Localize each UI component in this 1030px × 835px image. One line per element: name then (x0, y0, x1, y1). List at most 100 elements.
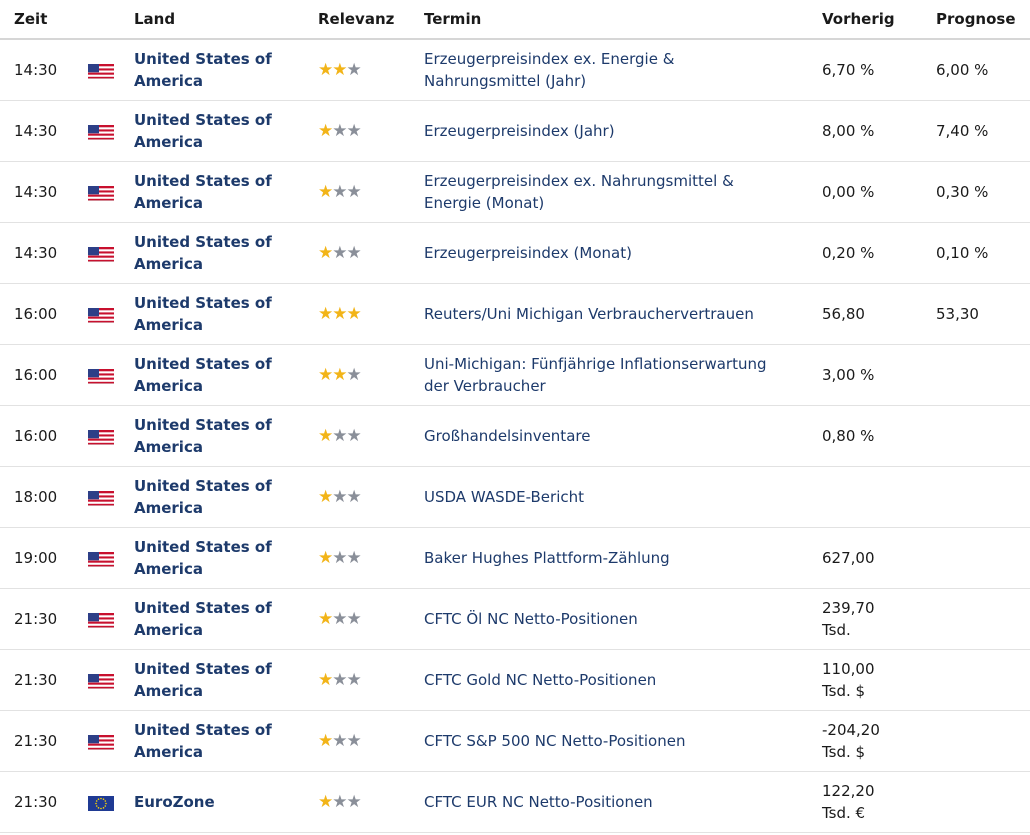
row-termin-link[interactable]: Erzeugerpreisindex ex. Energie & Nahrung… (424, 39, 822, 101)
row-termin-text[interactable]: USDA WASDE-Bericht (424, 486, 784, 508)
star-empty-icon: ★ (332, 426, 347, 446)
star-empty-icon: ★ (332, 121, 347, 141)
row-termin-link[interactable]: CFTC EUR NC Netto-Positionen (424, 771, 822, 833)
row-land-link[interactable]: United States of America (134, 39, 318, 101)
table-row[interactable]: 18:00 United States of America ★★★ USDA WAS… (0, 466, 1030, 528)
row-vorherig: 0,20 % (822, 222, 936, 284)
row-land-link[interactable]: United States of America (134, 710, 318, 772)
row-prognose (936, 405, 1030, 467)
row-flag (88, 405, 134, 467)
row-prognose: 0,30 % (936, 161, 1030, 223)
table-row[interactable]: 19:00 United States of America ★★★ Baker Hu… (0, 527, 1030, 589)
star-empty-icon: ★ (346, 548, 362, 568)
us-flag-icon (88, 307, 114, 323)
row-termin-text[interactable]: CFTC Gold NC Netto-Positionen (424, 669, 784, 691)
us-flag-icon (88, 368, 114, 384)
row-relevanz: ★★★ (318, 283, 424, 345)
table-row[interactable]: 16:00 United States of America ★★★ Großhand… (0, 405, 1030, 467)
row-land-link[interactable]: United States of America (134, 222, 318, 284)
row-vorherig: -204,20 Tsd. $ (822, 710, 936, 772)
row-vorherig-text: 56,80 (822, 305, 865, 323)
us-flag-icon (88, 124, 114, 140)
row-land-link[interactable]: EuroZone (134, 771, 318, 833)
row-termin-text[interactable]: Erzeugerpreisindex (Jahr) (424, 120, 784, 142)
row-termin-link[interactable]: Erzeugerpreisindex (Jahr) (424, 100, 822, 162)
star-filled-icon: ★ (318, 365, 333, 385)
header-zeit[interactable]: Zeit (0, 0, 88, 40)
table-row[interactable]: 14:30 United States of America ★★★ Erzeuger… (0, 39, 1030, 101)
row-land-link[interactable]: United States of America (134, 405, 318, 467)
star-empty-icon: ★ (332, 487, 347, 507)
row-termin-link[interactable]: Baker Hughes Plattform-Zählung (424, 527, 822, 589)
row-prognose (936, 527, 1030, 589)
row-termin-text[interactable]: Uni-Michigan: Fünfjährige Inflationserwa… (424, 353, 784, 397)
row-termin-link[interactable]: CFTC Öl NC Netto-Positionen (424, 588, 822, 650)
row-termin-link[interactable]: USDA WASDE-Bericht (424, 466, 822, 528)
table-row[interactable]: 21:30 United States of America ★★★ CFTC S&P… (0, 710, 1030, 772)
row-land-link[interactable]: United States of America (134, 588, 318, 650)
row-termin-text[interactable]: Großhandelsinventare (424, 425, 784, 447)
row-prognose: 0,10 % (936, 222, 1030, 284)
header-relevanz[interactable]: Relevanz (318, 0, 424, 40)
row-zeit: 21:30 (0, 588, 88, 650)
star-filled-icon: ★ (318, 609, 333, 629)
row-termin-text[interactable]: Baker Hughes Plattform-Zählung (424, 547, 784, 569)
row-land-link[interactable]: United States of America (134, 344, 318, 406)
table-row[interactable]: 14:30 United States of America ★★★ Erzeuger… (0, 161, 1030, 223)
table-row[interactable]: 21:30 United States of America ★★★ CFTC Öl … (0, 588, 1030, 650)
row-land-link[interactable]: United States of America (134, 161, 318, 223)
row-vorherig: 122,20 Tsd. € (822, 771, 936, 833)
table-row[interactable]: 14:30 United States of America ★★★ Erzeuger… (0, 100, 1030, 162)
header-vorherig[interactable]: Vorherig (822, 0, 936, 40)
row-zeit: 14:30 (0, 100, 88, 162)
table-row[interactable]: 21:30 United States of America ★★★ CFTC Gol… (0, 649, 1030, 711)
row-vorherig: 56,80 (822, 283, 936, 345)
star-filled-icon: ★ (318, 487, 333, 507)
table-row[interactable]: 21:30 EuroZone ★★★ CFTC EUR NC Netto-Positi… (0, 771, 1030, 833)
star-filled-icon: ★ (318, 243, 333, 263)
row-termin-text[interactable]: CFTC S&P 500 NC Netto-Positionen (424, 730, 784, 752)
table-row[interactable]: 14:30 United States of America ★★★ Erzeuger… (0, 222, 1030, 284)
row-termin-link[interactable]: Erzeugerpreisindex ex. Nahrungsmittel & … (424, 161, 822, 223)
row-termin-link[interactable]: CFTC S&P 500 NC Netto-Positionen (424, 710, 822, 772)
row-zeit: 19:00 (0, 527, 88, 589)
row-vorherig-text: 122,20 Tsd. € (822, 782, 875, 822)
row-vorherig: 627,00 (822, 527, 936, 589)
table-row[interactable]: 16:00 United States of America ★★★ Uni-Mich… (0, 344, 1030, 406)
row-zeit: 14:30 (0, 39, 88, 101)
row-land-link[interactable]: United States of America (134, 466, 318, 528)
row-vorherig-text: 239,70 Tsd. (822, 599, 875, 639)
row-land-link[interactable]: United States of America (134, 283, 318, 345)
row-flag (88, 527, 134, 589)
header-land[interactable]: Land (134, 0, 318, 40)
row-termin-link[interactable]: Reuters/Uni Michigan Verbrauchervertraue… (424, 283, 822, 345)
row-land-link[interactable]: United States of America (134, 527, 318, 589)
table-row[interactable]: 16:00 United States of America ★★★ Reuters/… (0, 283, 1030, 345)
row-termin-text[interactable]: Erzeugerpreisindex ex. Nahrungsmittel & … (424, 170, 784, 214)
row-land-link[interactable]: United States of America (134, 649, 318, 711)
us-flag-icon (88, 734, 114, 750)
row-relevanz: ★★★ (318, 771, 424, 833)
row-land-link[interactable]: United States of America (134, 100, 318, 162)
row-termin-link[interactable]: Erzeugerpreisindex (Monat) (424, 222, 822, 284)
row-vorherig-text: 627,00 (822, 549, 875, 567)
row-zeit: 14:30 (0, 161, 88, 223)
us-flag-icon (88, 490, 114, 506)
row-zeit: 21:30 (0, 710, 88, 772)
row-termin-link[interactable]: Großhandelsinventare (424, 405, 822, 467)
row-termin-text[interactable]: CFTC EUR NC Netto-Positionen (424, 791, 784, 813)
star-empty-icon: ★ (332, 243, 347, 263)
row-termin-text[interactable]: CFTC Öl NC Netto-Positionen (424, 608, 784, 630)
row-termin-text[interactable]: Erzeugerpreisindex ex. Energie & Nahrung… (424, 48, 784, 92)
header-termin[interactable]: Termin (424, 0, 822, 40)
row-vorherig: 0,00 % (822, 161, 936, 223)
row-vorherig: 3,00 % (822, 344, 936, 406)
row-termin-text[interactable]: Erzeugerpreisindex (Monat) (424, 242, 784, 264)
row-termin-link[interactable]: CFTC Gold NC Netto-Positionen (424, 649, 822, 711)
row-zeit: 16:00 (0, 344, 88, 406)
row-termin-text[interactable]: Reuters/Uni Michigan Verbrauchervertraue… (424, 303, 784, 325)
row-prognose: 7,40 % (936, 100, 1030, 162)
row-prognose: 6,00 % (936, 39, 1030, 101)
row-termin-link[interactable]: Uni-Michigan: Fünfjährige Inflationserwa… (424, 344, 822, 406)
header-prognose[interactable]: Prognose (936, 0, 1030, 40)
